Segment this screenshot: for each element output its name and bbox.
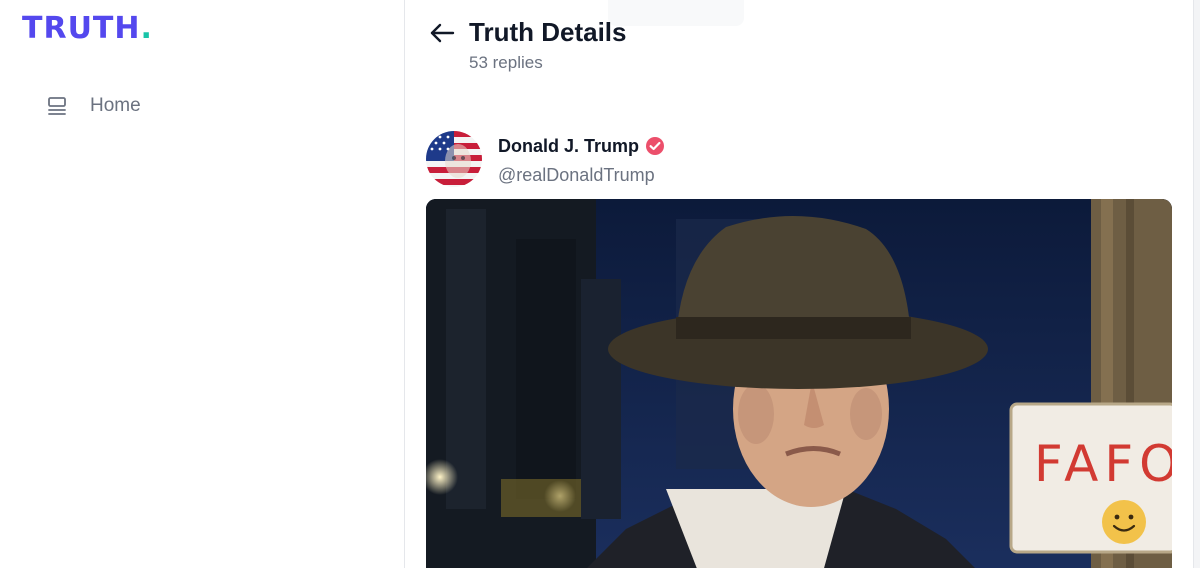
post-image[interactable]: FAFO — [426, 199, 1172, 568]
right-column-edge — [1193, 0, 1200, 568]
reply-count: 53 replies — [469, 53, 543, 72]
author-row: Donald J. Trump — [498, 134, 665, 158]
page-title: Truth Details — [469, 17, 627, 47]
sign-text: FAFO — [1034, 435, 1172, 493]
logo-text: TRUTH — [22, 11, 141, 46]
sidebar-item-label: Home — [90, 95, 141, 116]
avatar-image — [426, 131, 482, 187]
back-button[interactable] — [428, 19, 456, 47]
author-handle[interactable]: @realDonaldTrump — [498, 164, 655, 186]
avatar[interactable] — [426, 131, 482, 187]
arrow-left-icon — [430, 23, 455, 43]
author-name[interactable]: Donald J. Trump — [498, 134, 639, 158]
new-posts-pill — [608, 0, 744, 26]
home-icon — [48, 97, 66, 115]
logo-dot: . — [140, 11, 153, 46]
truth-social-logo[interactable]: TRUTH. — [22, 11, 153, 47]
verified-badge-icon — [646, 137, 665, 155]
left-sidebar: TRUTH. Home — [0, 0, 405, 568]
sidebar-item-home[interactable]: Home — [46, 92, 141, 120]
post-photo: FAFO — [426, 199, 1172, 568]
